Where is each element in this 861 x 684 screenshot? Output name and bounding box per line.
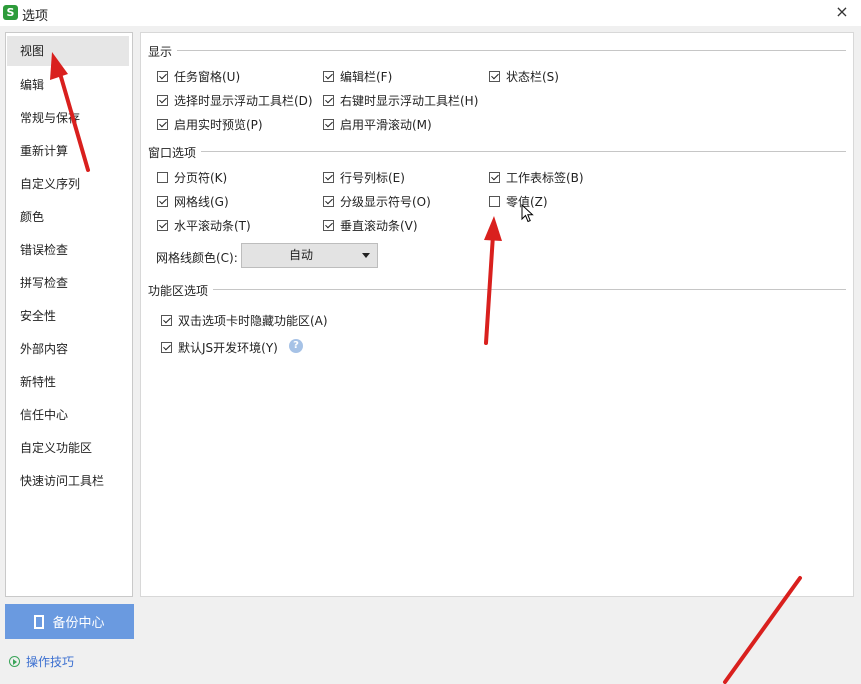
arrow-corner	[723, 576, 802, 684]
mouse-cursor-icon	[521, 204, 534, 223]
arrow-to-view	[50, 52, 90, 172]
arrow-to-zero-values	[484, 216, 502, 345]
annotation-arrows	[50, 52, 802, 684]
